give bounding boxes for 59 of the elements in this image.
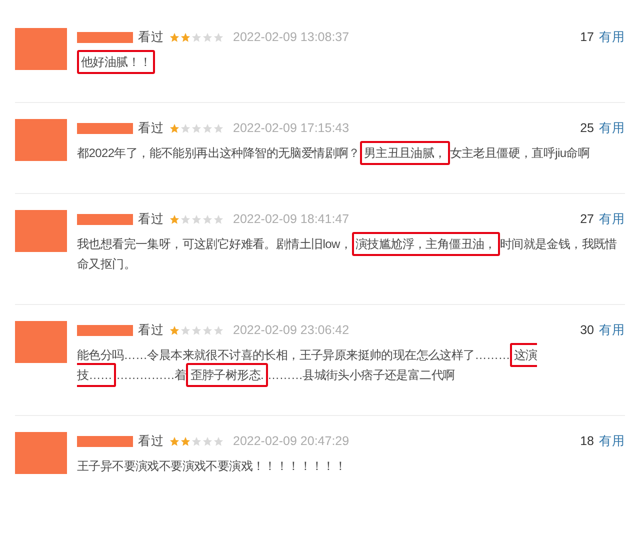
star-icon bbox=[180, 436, 191, 446]
star-icon bbox=[213, 32, 224, 42]
review-text: 我也想看完一集呀，可这剧它好难看。剧情土旧low， 演技尴尬浮，主角僵丑油， 时间就是金钱，我既惜命又抠门。 bbox=[77, 234, 625, 274]
watched-label: 看过 bbox=[138, 211, 164, 228]
vote-count: 18 bbox=[580, 433, 594, 450]
username-redaction bbox=[77, 122, 133, 134]
star-icon bbox=[169, 32, 180, 42]
star-icon bbox=[169, 436, 180, 446]
useful-link[interactable]: 有用 bbox=[599, 28, 625, 46]
avatar-redaction bbox=[15, 119, 67, 161]
username-redaction bbox=[77, 214, 133, 224]
useful-link[interactable]: 有用 bbox=[599, 321, 625, 339]
star-icon bbox=[180, 32, 191, 42]
review-time: 2022-02-09 18:41:47 bbox=[233, 211, 350, 228]
review-text: 他好油腻！！ bbox=[77, 52, 625, 72]
review-text: 都2022年了，能不能别再出这种降智的无脑爱情剧啊？ 男主丑且油腻， 女主老且僵硬，直呼jiu命啊 bbox=[77, 143, 625, 163]
star-icon bbox=[180, 122, 191, 134]
star-icon bbox=[169, 214, 180, 224]
star-icon bbox=[202, 324, 213, 336]
watched-label: 看过 bbox=[138, 29, 164, 46]
watched-label: 看过 bbox=[138, 433, 164, 450]
username-redaction bbox=[77, 324, 133, 336]
vote-count: 27 bbox=[580, 211, 594, 228]
watched-label: 看过 bbox=[138, 120, 164, 137]
review-time: 2022-02-09 17:15:43 bbox=[233, 120, 350, 137]
star-icon bbox=[202, 214, 213, 224]
vote-count: 25 bbox=[580, 120, 594, 137]
avatar-redaction bbox=[15, 28, 67, 70]
vote-count: 17 bbox=[580, 29, 594, 46]
avatar-redaction bbox=[15, 432, 67, 474]
vote-count: 30 bbox=[580, 322, 594, 339]
star-icon bbox=[191, 32, 202, 42]
username-redaction bbox=[77, 32, 133, 42]
review-time: 2022-02-09 23:06:42 bbox=[233, 322, 350, 339]
star-icon bbox=[191, 214, 202, 224]
review-text: 王子异不要演戏不要演戏不要演戏！！！！！！！！ bbox=[77, 458, 348, 475]
useful-link[interactable]: 有用 bbox=[599, 210, 625, 228]
star-icon bbox=[191, 324, 202, 336]
star-icon bbox=[191, 122, 202, 134]
star-icon bbox=[202, 122, 213, 134]
watched-label: 看过 bbox=[138, 322, 164, 339]
star-icon bbox=[213, 436, 224, 446]
review-time: 2022-02-09 20:47:29 bbox=[233, 433, 350, 450]
star-icon bbox=[202, 436, 213, 446]
star-icon bbox=[180, 324, 191, 336]
avatar-redaction bbox=[15, 210, 67, 252]
useful-link[interactable]: 有用 bbox=[599, 119, 625, 137]
star-icon bbox=[180, 214, 191, 224]
star-icon bbox=[213, 122, 224, 134]
star-icon bbox=[191, 436, 202, 446]
star-icon bbox=[169, 122, 180, 134]
star-icon bbox=[213, 214, 224, 224]
star-icon bbox=[213, 324, 224, 336]
star-icon bbox=[169, 324, 180, 336]
avatar-redaction bbox=[15, 321, 67, 363]
useful-link[interactable]: 有用 bbox=[599, 432, 625, 450]
review-time: 2022-02-09 13:08:37 bbox=[233, 29, 350, 46]
username-redaction bbox=[77, 436, 133, 446]
star-icon bbox=[202, 32, 213, 42]
